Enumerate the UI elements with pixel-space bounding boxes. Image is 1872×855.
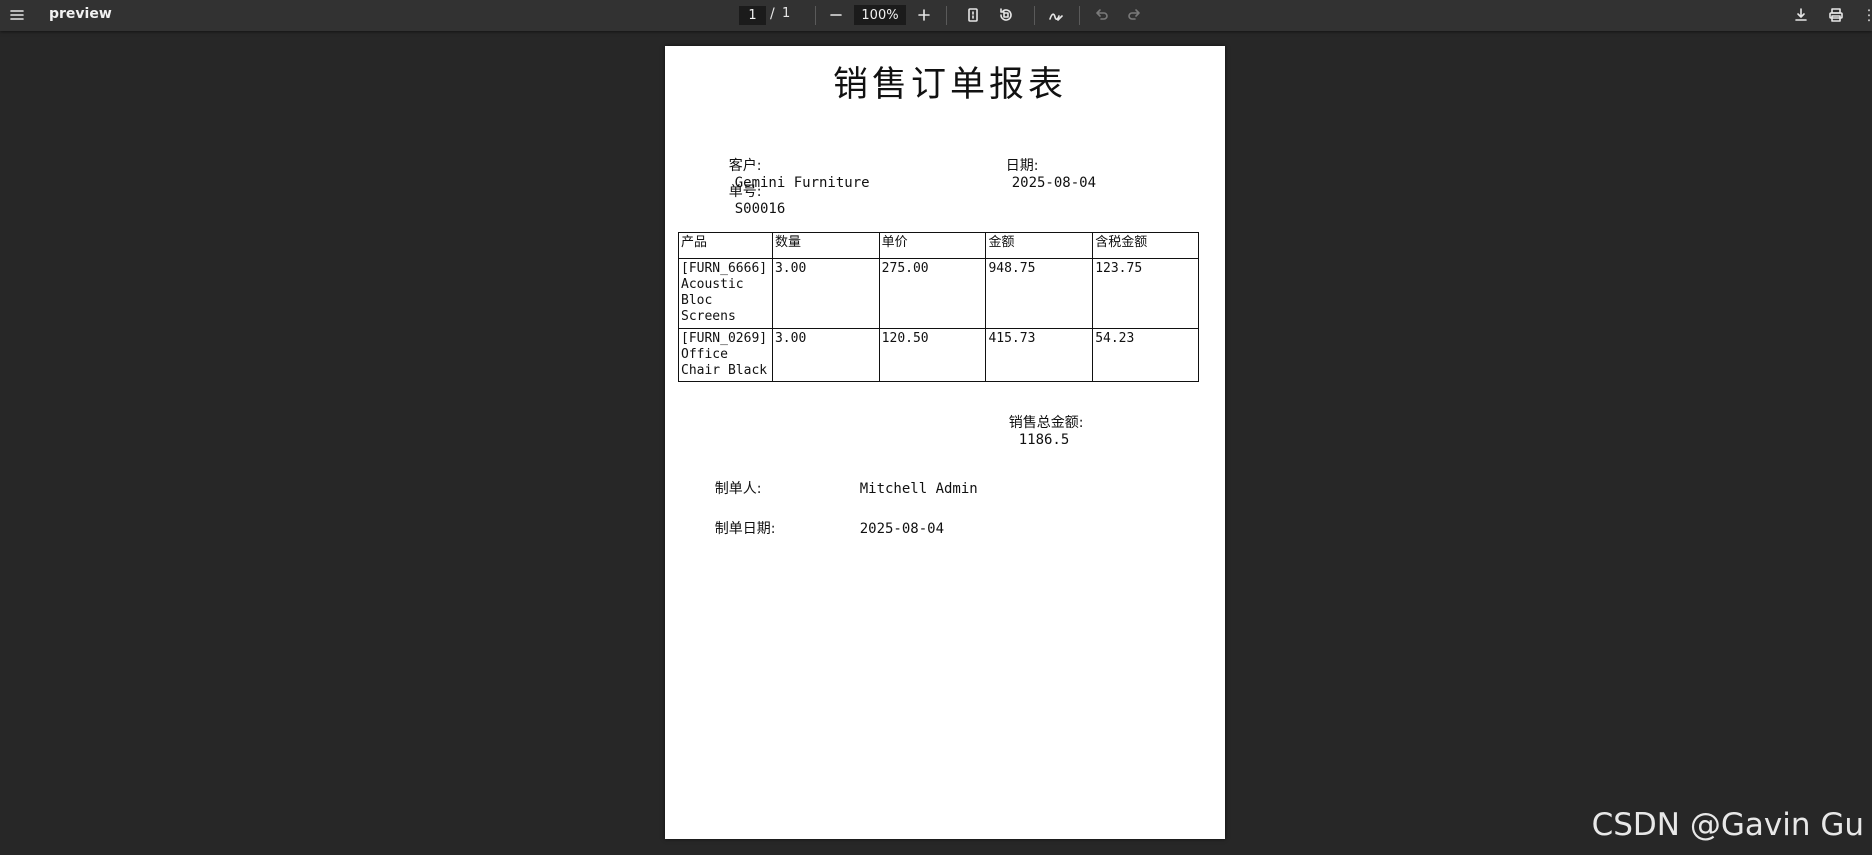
order-number-row: 单号: S00016 bbox=[695, 165, 786, 233]
table-cell: 123.75 bbox=[1092, 258, 1199, 329]
date-row: 日期: 2025-08-04 bbox=[972, 139, 1096, 207]
order-items-table: 产品 数量 单价 金额 含税金额 [FURN_6666] Acoustic Bl… bbox=[678, 232, 1199, 382]
total-value: 1186.5 bbox=[1018, 432, 1070, 448]
column-header: 数量 bbox=[771, 232, 880, 259]
toolbar-divider bbox=[946, 6, 947, 25]
rotate-icon[interactable] bbox=[994, 3, 1018, 27]
table-cell: 54.23 bbox=[1092, 328, 1199, 382]
table-cell: 3.00 bbox=[771, 328, 880, 382]
order-number-label: 单号: bbox=[728, 184, 762, 200]
zoom-out-icon[interactable] bbox=[824, 3, 848, 27]
toolbar-divider bbox=[815, 6, 816, 25]
total-row: 销售总金额: 1186.5 bbox=[975, 396, 1084, 464]
page-number-input[interactable] bbox=[739, 6, 766, 25]
date-label: 日期: bbox=[1005, 158, 1039, 174]
total-label: 销售总金额: bbox=[1008, 415, 1084, 431]
table-cell: 120.50 bbox=[878, 328, 987, 382]
toolbar-divider bbox=[1079, 6, 1080, 25]
zoom-in-icon[interactable] bbox=[912, 3, 936, 27]
column-header: 金额 bbox=[985, 232, 1094, 259]
table-cell: 3.00 bbox=[771, 258, 880, 329]
order-number-value: S00016 bbox=[734, 201, 786, 217]
print-icon[interactable] bbox=[1824, 3, 1848, 27]
column-header: 含税金额 bbox=[1092, 232, 1199, 259]
zoom-input[interactable] bbox=[854, 5, 906, 25]
table-cell: [FURN_6666] Acoustic Bloc Screens bbox=[678, 258, 773, 329]
redo-icon[interactable] bbox=[1122, 3, 1146, 27]
watermark-text: CSDN @Gavin Gu bbox=[1591, 807, 1864, 843]
table-cell: [FURN_0269] Office Chair Black bbox=[678, 328, 773, 382]
table-row: [FURN_0269] Office Chair Black 3.00 120.… bbox=[678, 328, 1199, 382]
viewer-toolbar: preview / 1 bbox=[0, 0, 1872, 31]
document-title: preview bbox=[49, 6, 112, 22]
more-options-icon[interactable] bbox=[1857, 3, 1872, 27]
toolbar-divider bbox=[1034, 6, 1035, 25]
menu-icon[interactable] bbox=[5, 3, 29, 27]
table-row: [FURN_6666] Acoustic Bloc Screens 3.00 2… bbox=[678, 258, 1199, 329]
report-title: 销售订单报表 bbox=[832, 65, 1067, 105]
page-count: 1 bbox=[782, 6, 791, 21]
undo-icon[interactable] bbox=[1090, 3, 1114, 27]
fit-page-icon[interactable] bbox=[961, 3, 985, 27]
column-header: 单价 bbox=[878, 232, 987, 259]
table-cell: 415.73 bbox=[985, 328, 1094, 382]
table-header-row: 产品 数量 单价 金额 含税金额 bbox=[678, 232, 1199, 259]
created-date-label: 制单日期: bbox=[714, 521, 776, 537]
created-date-value: 2025-08-04 bbox=[859, 521, 945, 537]
annotate-icon[interactable] bbox=[1044, 3, 1068, 27]
creator-label: 制单人: bbox=[714, 481, 762, 497]
date-value: 2025-08-04 bbox=[1011, 175, 1097, 191]
document-page: 销售订单报表 客户: Gemini Furniture 日期: 2025-08-… bbox=[665, 46, 1225, 839]
download-icon[interactable] bbox=[1789, 3, 1813, 27]
created-date-row: 制单日期: 2025-08-04 bbox=[681, 502, 944, 554]
column-header: 产品 bbox=[678, 232, 773, 259]
table-cell: 948.75 bbox=[985, 258, 1094, 329]
creator-value: Mitchell Admin bbox=[859, 481, 978, 497]
page-separator: / bbox=[770, 6, 775, 22]
table-cell: 275.00 bbox=[878, 258, 987, 329]
